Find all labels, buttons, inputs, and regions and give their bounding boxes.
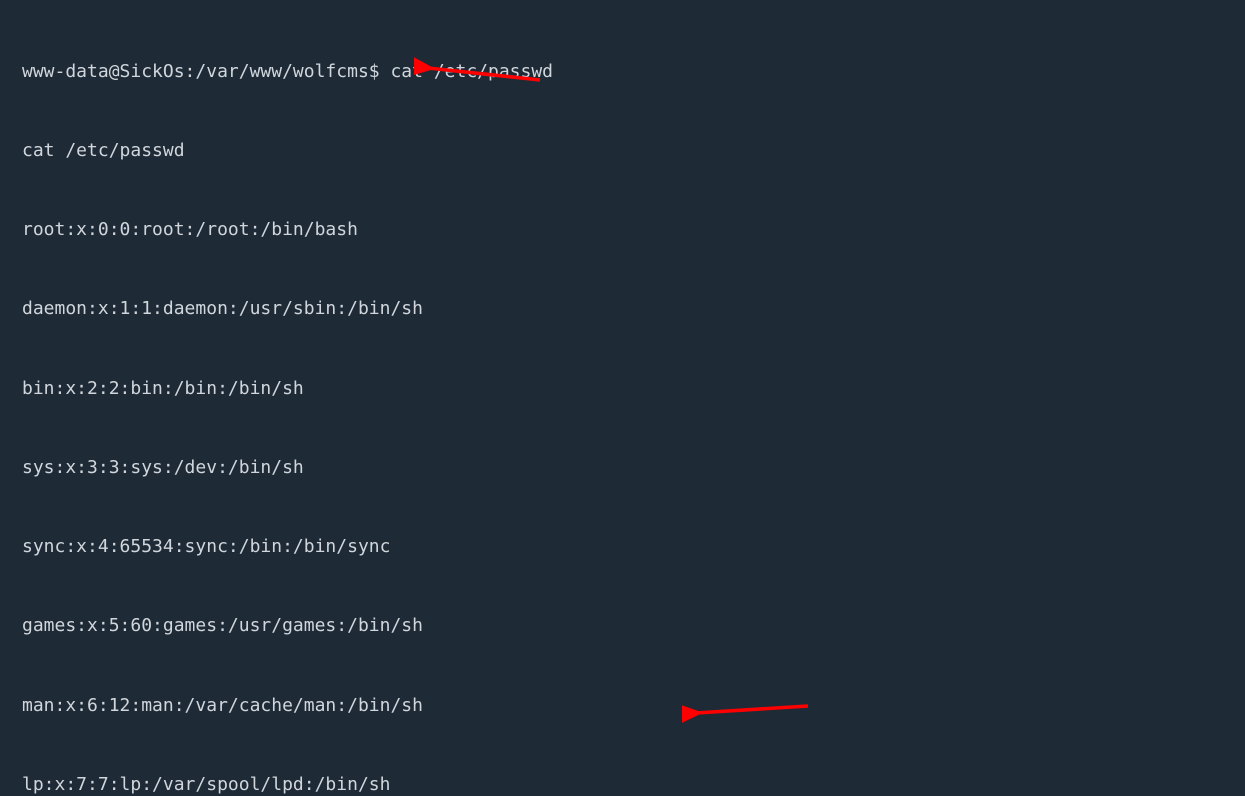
output-line: sync:x:4:65534:sync:/bin:/bin/sync — [22, 534, 1235, 560]
output-line: games:x:5:60:games:/usr/games:/bin/sh — [22, 613, 1235, 639]
output-line: bin:x:2:2:bin:/bin:/bin/sh — [22, 376, 1235, 402]
output-line: cat /etc/passwd — [22, 138, 1235, 164]
shell-prompt: www-data@SickOs:/var/www/wolfcms$ — [22, 61, 390, 82]
prompt-line-1: www-data@SickOs:/var/www/wolfcms$ cat /e… — [22, 59, 1235, 85]
output-line: daemon:x:1:1:daemon:/usr/sbin:/bin/sh — [22, 296, 1235, 322]
output-line: sys:x:3:3:sys:/dev:/bin/sh — [22, 455, 1235, 481]
terminal[interactable]: www-data@SickOs:/var/www/wolfcms$ cat /e… — [0, 0, 1245, 796]
output-line: man:x:6:12:man:/var/cache/man:/bin/sh — [22, 693, 1235, 719]
output-line: root:x:0:0:root:/root:/bin/bash — [22, 217, 1235, 243]
command-text: cat /etc/passwd — [390, 61, 553, 82]
output-line: lp:x:7:7:lp:/var/spool/lpd:/bin/sh — [22, 772, 1235, 796]
